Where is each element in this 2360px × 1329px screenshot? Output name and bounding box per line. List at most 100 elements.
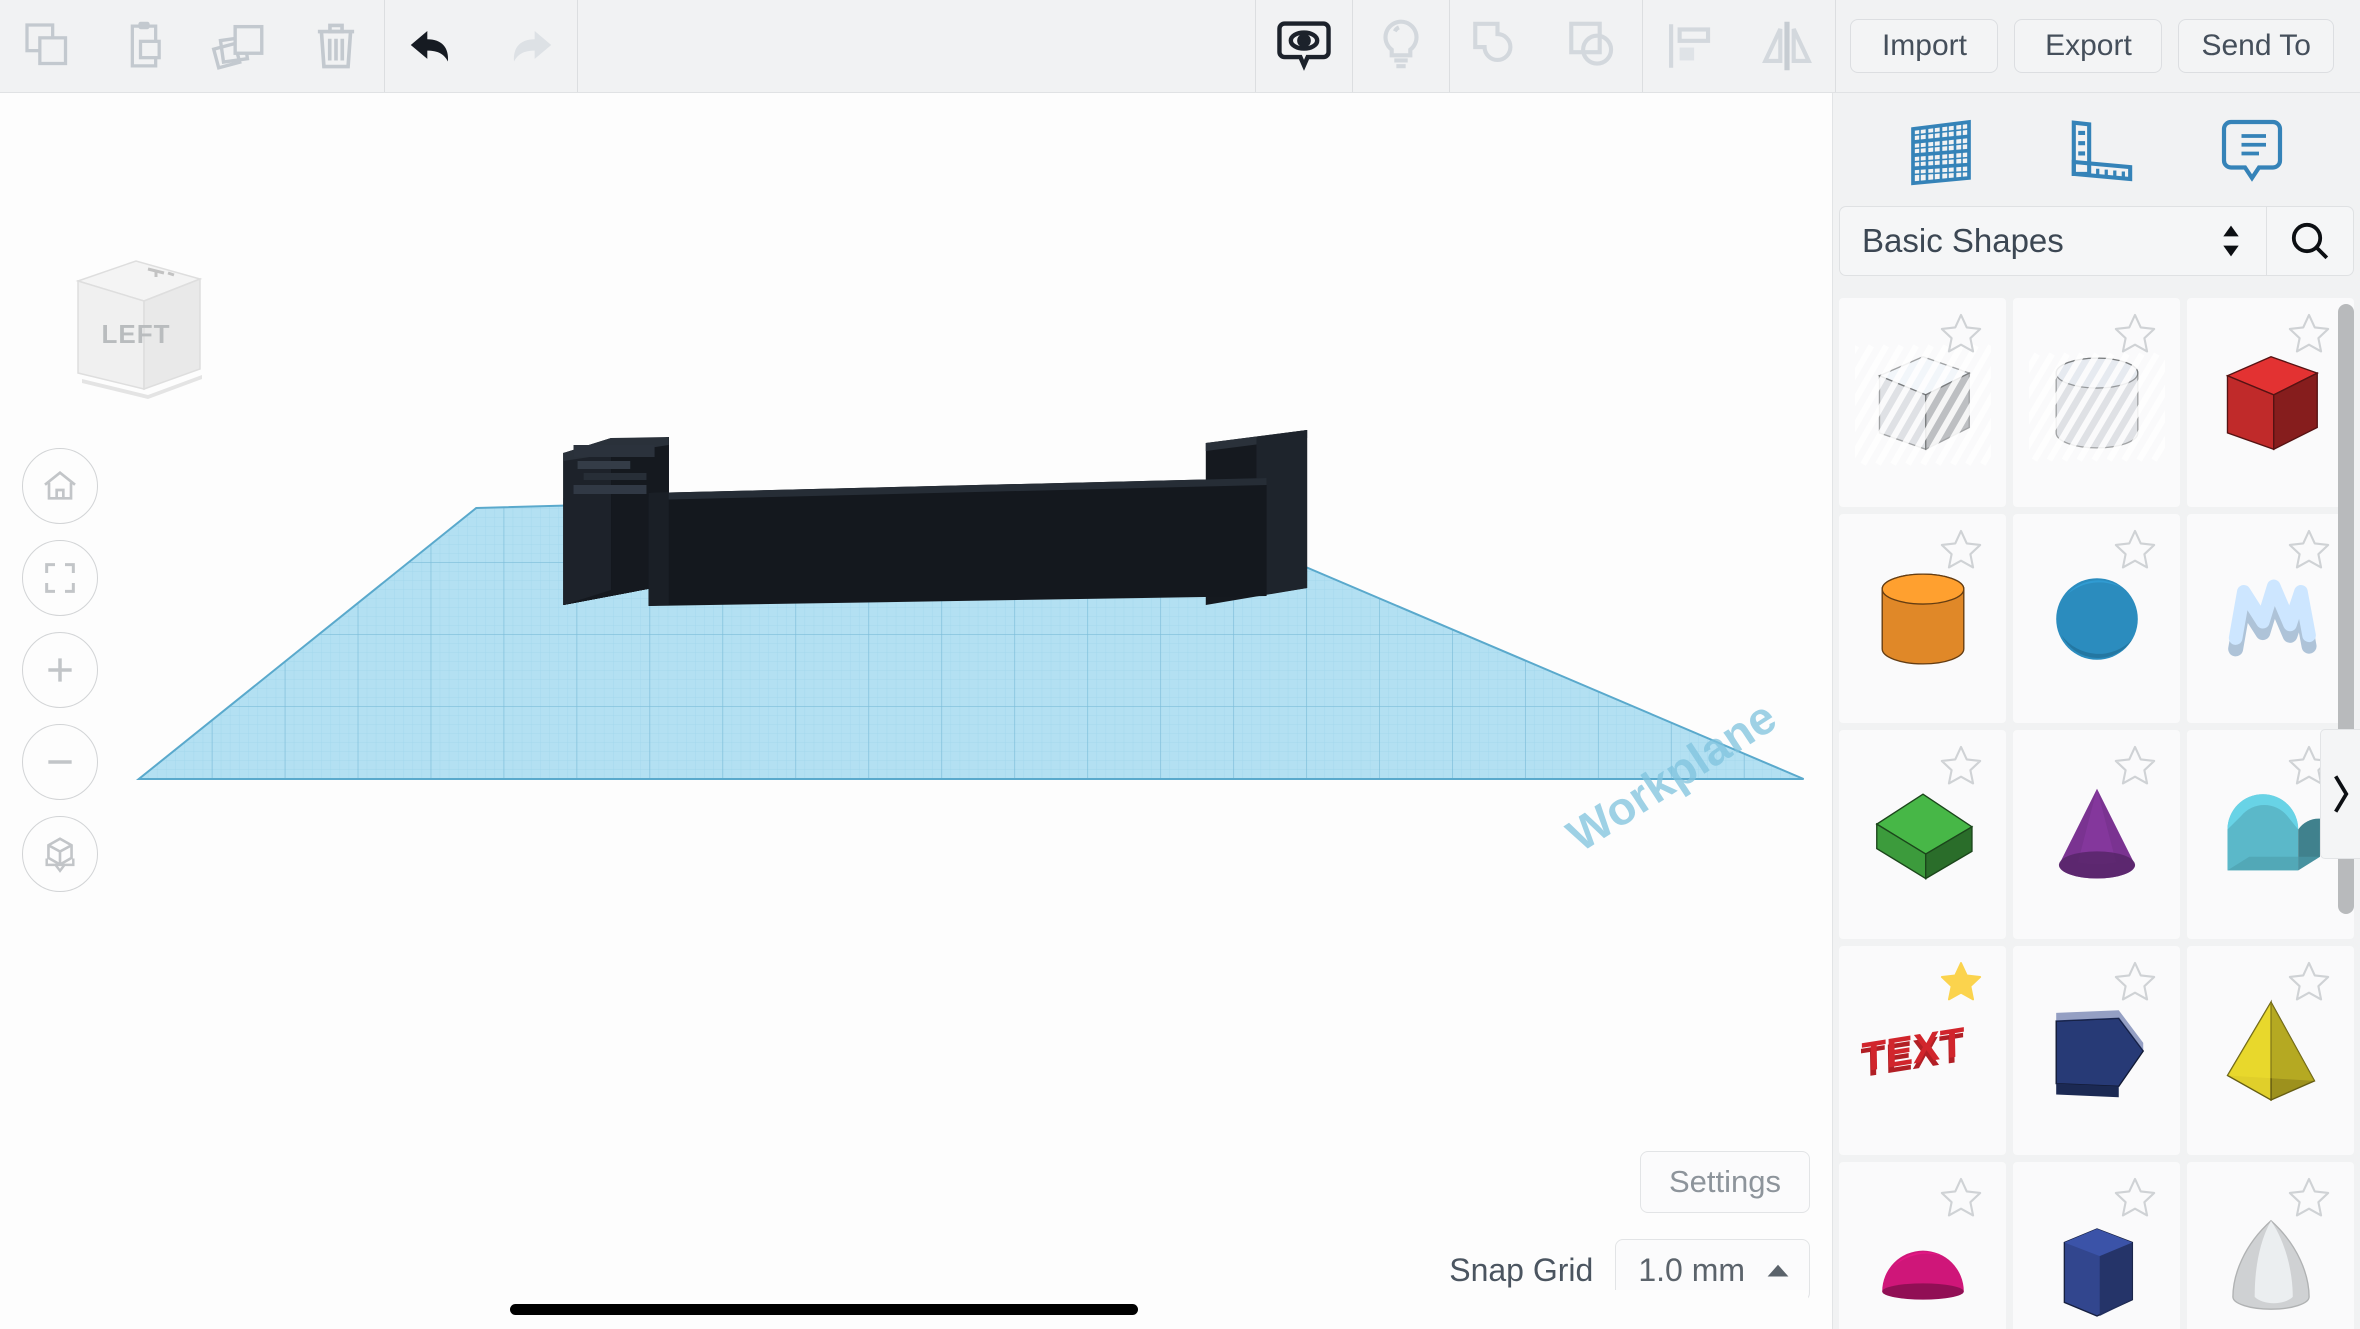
workplane-button[interactable] <box>1893 102 1989 198</box>
ungroup-icon <box>1569 21 1614 66</box>
shape-category-value: Basic Shapes <box>1862 222 2064 260</box>
panel-collapse-button[interactable] <box>2320 729 2360 859</box>
fit-to-view-icon <box>45 563 75 593</box>
shapes-panel: Basic Shapes TEXT TEXT <box>1832 93 2360 1329</box>
align-button[interactable] <box>1643 0 1739 93</box>
undo-icon <box>410 31 449 62</box>
star-filled-icon[interactable] <box>1938 958 1984 1004</box>
visibility-tool-group <box>1256 0 1352 92</box>
group-button[interactable] <box>1450 0 1546 93</box>
note-icon <box>2222 119 2283 182</box>
shape-cell-cone[interactable] <box>2013 730 2180 940</box>
search-icon <box>2291 223 2329 260</box>
shape-cell-pyramid[interactable] <box>2187 946 2354 1156</box>
visibility-icon <box>1277 21 1332 71</box>
3d-canvas[interactable]: Workplane LEFT Settings Snap Grid 1.0 mm <box>0 93 1832 1329</box>
view-cube-icon <box>75 260 203 399</box>
file-actions-group: Import Export Send To <box>1836 0 2360 92</box>
shape-cell-sphere[interactable] <box>2013 514 2180 724</box>
home-indicator-area <box>0 1290 1808 1329</box>
shape-cell-cylinder[interactable] <box>1839 514 2006 724</box>
star-outline-icon[interactable] <box>1938 1174 1984 1220</box>
star-outline-icon[interactable] <box>1938 742 1984 788</box>
duplicate-icon <box>211 24 264 70</box>
chevron-right-icon <box>2333 775 2348 813</box>
delete-icon <box>317 23 355 69</box>
shape-cell-polygon[interactable] <box>2013 946 2180 1156</box>
star-outline-icon[interactable] <box>2112 958 2158 1004</box>
paste-button[interactable] <box>96 0 192 93</box>
workplane-icon <box>1910 119 1971 185</box>
shape-category-dropdown[interactable]: Basic Shapes <box>1839 206 2266 277</box>
edit-tool-group <box>0 0 384 92</box>
ungroup-button[interactable] <box>1546 0 1642 93</box>
shape-cell-cylinder-hole[interactable] <box>2013 298 2180 508</box>
zoom-in-button[interactable] <box>22 632 98 708</box>
redo-icon <box>513 31 552 62</box>
shape-cell-text[interactable]: TEXT TEXT <box>1839 946 2006 1156</box>
ortho-perspective-button[interactable] <box>22 816 98 892</box>
visibility-button[interactable] <box>1256 0 1352 93</box>
star-outline-icon[interactable] <box>2112 310 2158 356</box>
shape-grid-scroll[interactable]: TEXT TEXT <box>1833 298 2360 1329</box>
align-icon <box>1669 24 1711 68</box>
zoom-out-icon <box>48 760 72 764</box>
main-area: Workplane LEFT Settings Snap Grid 1.0 mm… <box>0 93 2360 1329</box>
ruler-icon <box>2072 120 2133 181</box>
star-outline-icon[interactable] <box>2286 526 2332 572</box>
home-view-icon <box>44 470 76 500</box>
star-outline-icon[interactable] <box>2286 1174 2332 1220</box>
star-outline-icon[interactable] <box>2286 958 2332 1004</box>
duplicate-button[interactable] <box>192 0 288 93</box>
star-outline-icon[interactable] <box>2112 1174 2158 1220</box>
lightbulb-button[interactable] <box>1353 0 1449 93</box>
history-tool-group <box>385 0 577 92</box>
chevron-up-icon <box>1767 1264 1789 1277</box>
model-object[interactable] <box>563 430 1308 606</box>
shape-grid: TEXT TEXT <box>1833 298 2360 1329</box>
tinkercad-editor: Import Export Send To Workplane LEFT Set… <box>0 0 2360 1329</box>
zoom-out-button[interactable] <box>22 724 98 800</box>
home-indicator[interactable] <box>510 1304 1138 1315</box>
shape-cell-scribble[interactable] <box>2187 514 2354 724</box>
workplane-scene: Workplane <box>135 430 1805 861</box>
lightbulb-icon <box>1383 19 1419 69</box>
paste-icon <box>130 21 161 68</box>
mirror-button[interactable] <box>1739 0 1835 93</box>
shape-search-button[interactable] <box>2266 206 2354 277</box>
note-button[interactable] <box>2204 102 2300 198</box>
zoom-in-icon <box>48 658 72 682</box>
star-outline-icon[interactable] <box>2112 526 2158 572</box>
star-outline-icon[interactable] <box>1938 526 1984 572</box>
shape-cell-roof[interactable] <box>1839 730 2006 940</box>
arrange-tool-group <box>1643 0 1835 92</box>
ruler-button[interactable] <box>2048 102 2144 198</box>
star-outline-icon[interactable] <box>1938 310 1984 356</box>
undo-button[interactable] <box>385 0 481 93</box>
chevron-updown-icon <box>2223 225 2239 257</box>
panel-tool-icons <box>1833 93 2360 206</box>
view-cube[interactable]: LEFT <box>52 233 220 401</box>
delete-button[interactable] <box>288 0 384 93</box>
export-button[interactable]: Export <box>2014 19 2163 73</box>
shape-cell-box[interactable] <box>2187 298 2354 508</box>
copy-button[interactable] <box>0 0 96 93</box>
copy-icon <box>25 23 68 66</box>
settings-button[interactable]: Settings <box>1639 1151 1810 1213</box>
snap-grid-label: Snap Grid <box>1449 1251 1594 1288</box>
shape-cell-box-hole[interactable] <box>1839 298 2006 508</box>
star-outline-icon[interactable] <box>2112 742 2158 788</box>
import-button[interactable]: Import <box>1850 19 1999 73</box>
shape-cell-half-sphere[interactable] <box>1839 1162 2006 1329</box>
shape-cell-paraboloid[interactable] <box>2187 1162 2354 1329</box>
hint-tool-group <box>1353 0 1449 92</box>
shape-cell-hexagonal-prism[interactable] <box>2013 1162 2180 1329</box>
send-to-button[interactable]: Send To <box>2178 19 2334 73</box>
fit-to-view-button[interactable] <box>22 540 98 616</box>
group-icon <box>1473 21 1513 63</box>
star-outline-icon[interactable] <box>2286 310 2332 356</box>
shape-category-search: Basic Shapes <box>1833 206 2360 298</box>
redo-button[interactable] <box>481 0 577 93</box>
top-toolbar: Import Export Send To <box>0 0 2360 93</box>
home-view-button[interactable] <box>22 448 98 524</box>
